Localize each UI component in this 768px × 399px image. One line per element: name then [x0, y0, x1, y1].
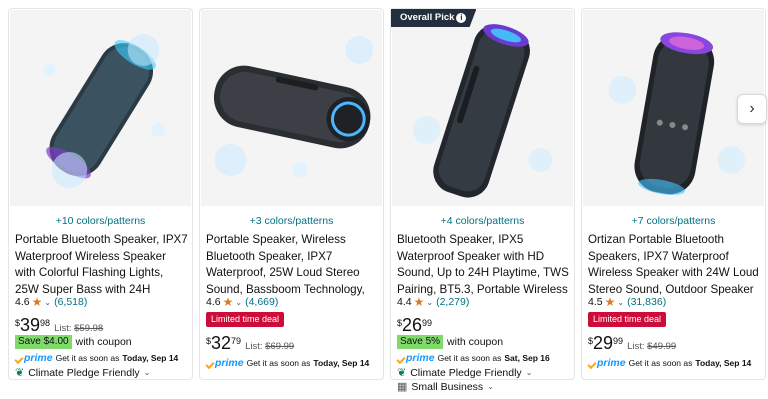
badge-label: Overall Pick: [400, 12, 455, 23]
review-count-link[interactable]: (2,279): [436, 296, 469, 308]
climate-pledge-icon: ❦: [397, 367, 407, 379]
star-icon: ★: [222, 295, 234, 309]
list-price: List: $49.99: [627, 341, 677, 352]
delivery-prefix: Get it as soon as: [628, 358, 693, 368]
product-carousel: +10 colors/patterns Portable Bluetooth S…: [0, 0, 768, 399]
coupon-badge[interactable]: Save 5%: [397, 335, 444, 349]
chevron-down-icon: ⌄: [487, 382, 494, 391]
list-price: List: $59.98: [54, 323, 104, 334]
product-card[interactable]: +7 colors/patterns Ortizan Portable Blue…: [581, 8, 766, 380]
product-title[interactable]: Portable Speaker, Wireless Bluetooth Spe…: [206, 232, 379, 298]
product-title[interactable]: Ortizan Portable Bluetooth Speakers, IPX…: [588, 232, 761, 298]
prime-logo-icon: prime: [15, 352, 53, 364]
delivery-prefix: Get it as soon as: [55, 353, 120, 363]
prime-logo-icon: prime: [397, 352, 435, 364]
small-business[interactable]: ▦ Small Business ⌄: [397, 380, 494, 394]
price-whole: 26: [402, 315, 423, 335]
coupon-text: with coupon: [75, 336, 132, 348]
prime-logo-icon: prime: [206, 357, 244, 369]
product-image[interactable]: [392, 10, 573, 206]
prime-logo-icon: prime: [588, 357, 626, 369]
star-icon: ★: [413, 295, 425, 309]
star-icon: ★: [31, 295, 43, 309]
price-whole: 29: [593, 333, 614, 353]
prime-delivery: prime Get it as soon as Today, Sep 14: [588, 357, 751, 369]
price-fraction: 79: [231, 336, 242, 346]
color-options-link[interactable]: +10 colors/patterns: [9, 215, 192, 227]
delivery-date: Today, Sep 14: [313, 358, 370, 368]
rating-row[interactable]: 4.4 ★ ⌄ (2,279): [397, 295, 469, 309]
chevron-down-icon: ⌄: [143, 368, 151, 377]
star-icon: ★: [604, 295, 616, 309]
price-whole: 39: [20, 315, 41, 335]
coupon-text: with coupon: [447, 336, 504, 348]
carousel-next-button[interactable]: ›: [737, 94, 767, 124]
rating-value: 4.5: [588, 296, 603, 308]
product-card[interactable]: Overall Pick i +4 colors/patterns Blueto…: [390, 8, 575, 393]
price-whole: 32: [211, 333, 232, 353]
product-card[interactable]: +3 colors/patterns Portable Speaker, Wir…: [199, 8, 384, 380]
overall-pick-badge[interactable]: Overall Pick i: [391, 9, 477, 27]
delivery-date: Today, Sep 14: [695, 358, 752, 368]
coupon-row: Save 5% with coupon: [397, 335, 503, 349]
chevron-down-icon[interactable]: ⌄: [426, 298, 433, 307]
store-icon: ▦: [397, 381, 408, 393]
product-image[interactable]: [10, 10, 191, 206]
climate-pledge-label: Climate Pledge Friendly: [410, 366, 522, 379]
prime-delivery: prime Get it as soon as Today, Sep 14: [15, 352, 178, 364]
rating-row[interactable]: 4.6 ★ ⌄ (6,518): [15, 295, 87, 309]
rating-value: 4.4: [397, 296, 412, 308]
climate-pledge-icon: ❦: [15, 367, 25, 379]
limited-time-deal-badge: Limited time deal: [206, 312, 285, 327]
info-icon[interactable]: i: [456, 13, 467, 23]
prime-delivery: prime Get it as soon as Sat, Sep 16: [397, 352, 550, 364]
limited-time-deal-badge: Limited time deal: [588, 312, 667, 327]
delivery-date: Sat, Sep 16: [504, 353, 550, 363]
review-count-link[interactable]: (6,518): [54, 296, 87, 308]
price-fraction: 99: [422, 318, 433, 328]
price[interactable]: $ 29 99 List: $49.99: [588, 333, 676, 353]
coupon-badge[interactable]: Save $4.00: [15, 335, 72, 349]
color-options-link[interactable]: +7 colors/patterns: [582, 215, 765, 227]
price[interactable]: $ 39 98 List: $59.98: [15, 315, 103, 335]
delivery-prefix: Get it as soon as: [437, 353, 502, 363]
list-price: List: $69.99: [245, 341, 295, 352]
chevron-down-icon[interactable]: ⌄: [617, 298, 624, 307]
coupon-row: Save $4.00 with coupon: [15, 335, 132, 349]
small-business-label: Small Business: [411, 380, 484, 393]
chevron-right-icon: ›: [749, 100, 755, 117]
climate-pledge-label: Climate Pledge Friendly: [28, 366, 140, 379]
delivery-prefix: Get it as soon as: [246, 358, 311, 368]
chevron-down-icon[interactable]: ⌄: [235, 298, 242, 307]
product-title[interactable]: Portable Bluetooth Speaker, IPX7 Waterpr…: [15, 232, 188, 298]
rating-value: 4.6: [206, 296, 221, 308]
price-fraction: 99: [613, 336, 624, 346]
chevron-down-icon: ⌄: [525, 368, 533, 377]
color-options-link[interactable]: +4 colors/patterns: [391, 215, 574, 227]
color-options-link[interactable]: +3 colors/patterns: [200, 215, 383, 227]
rating-row[interactable]: 4.6 ★ ⌄ (4,669): [206, 295, 278, 309]
price[interactable]: $ 32 79 List: $69.99: [206, 333, 294, 353]
rating-value: 4.6: [15, 296, 30, 308]
product-title[interactable]: Bluetooth Speaker, IPX5 Waterproof Speak…: [397, 232, 570, 298]
product-card[interactable]: +10 colors/patterns Portable Bluetooth S…: [8, 8, 193, 380]
price-fraction: 98: [40, 318, 51, 328]
climate-pledge[interactable]: ❦ Climate Pledge Friendly ⌄: [397, 366, 533, 380]
chevron-down-icon[interactable]: ⌄: [44, 298, 51, 307]
product-image[interactable]: [201, 10, 382, 206]
price[interactable]: $ 26 99: [397, 315, 432, 335]
delivery-date: Today, Sep 14: [122, 353, 179, 363]
climate-pledge[interactable]: ❦ Climate Pledge Friendly ⌄: [15, 366, 151, 380]
review-count-link[interactable]: (4,669): [245, 296, 278, 308]
review-count-link[interactable]: (31,836): [627, 296, 666, 308]
rating-row[interactable]: 4.5 ★ ⌄ (31,836): [588, 295, 666, 309]
prime-delivery: prime Get it as soon as Today, Sep 14: [206, 357, 369, 369]
